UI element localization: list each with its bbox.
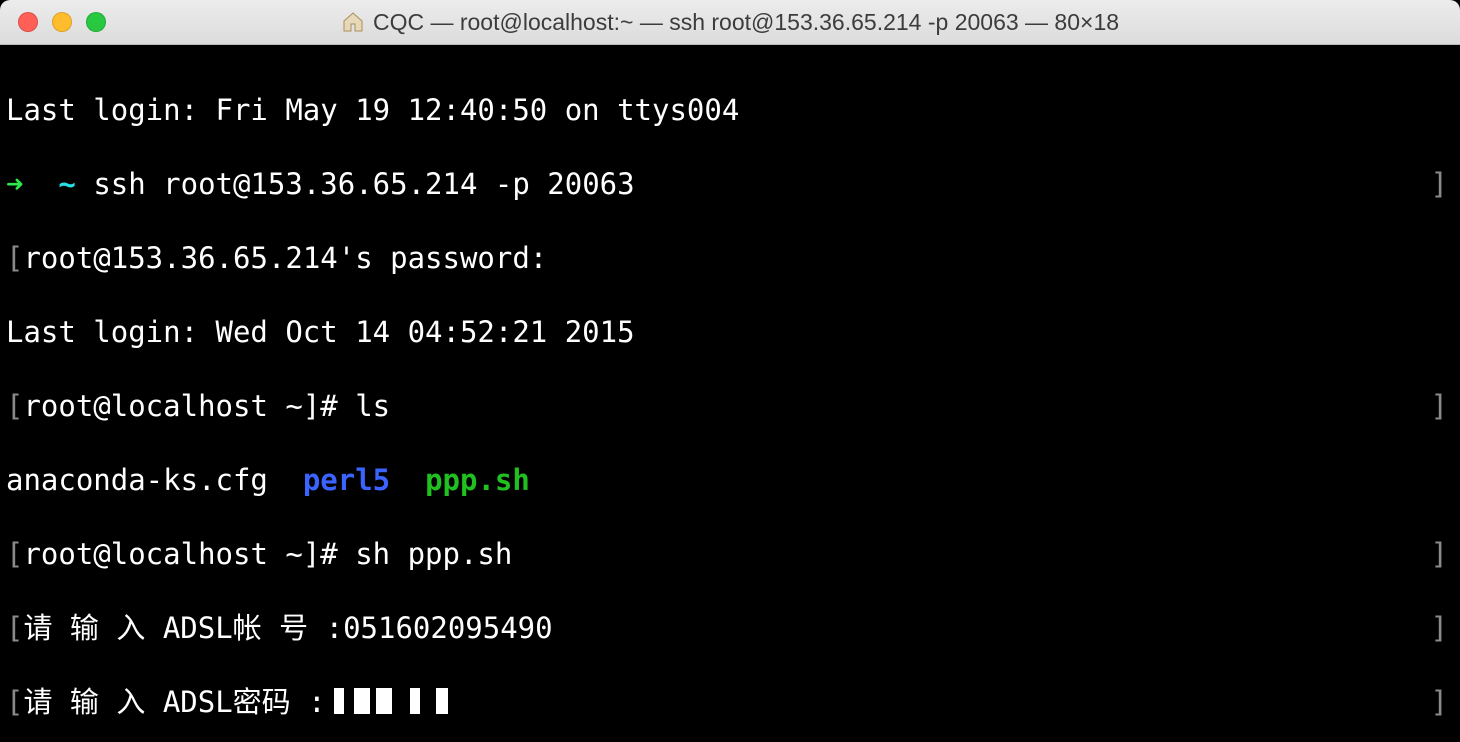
password-prompt: root@153.36.65.214's password: — [23, 241, 547, 275]
cmd-sh: sh ppp.sh — [355, 537, 512, 571]
bracket-open: [ — [6, 241, 23, 275]
line-adsl-user: [请 输 入 ADSL帐 号 :051602095490] — [6, 610, 1454, 647]
zoom-icon[interactable] — [86, 12, 106, 32]
bracket-open: [ — [6, 537, 23, 571]
adsl-pass-label: 请 输 入 ADSL密码 : — [23, 685, 325, 719]
ssh-command: ssh root@153.36.65.214 -p 20063 — [93, 167, 634, 201]
line-last-login-local: Last login: Fri May 19 12:40:50 on ttys0… — [6, 92, 1454, 129]
bracket-open: [ — [6, 685, 23, 719]
root-prompt: root@localhost ~]# — [23, 537, 355, 571]
bracket-open: [ — [6, 611, 23, 645]
titlebar: CQC — root@localhost:~ — ssh root@153.36… — [0, 0, 1460, 45]
line-sh: [root@localhost ~]# sh ppp.sh] — [6, 536, 1454, 573]
home-icon — [341, 10, 365, 34]
ls-file-cfg: anaconda-ks.cfg — [6, 463, 268, 497]
line-last-login-remote: Last login: Wed Oct 14 04:52:21 2015 — [6, 314, 1454, 351]
line-ssh-prompt: ➜ ~ ssh root@153.36.65.214 -p 20063] — [6, 166, 1454, 203]
prompt-tilde: ~ — [58, 167, 75, 201]
line-ls-output: anaconda-ks.cfg perl5 ppp.sh — [6, 462, 1454, 499]
bracket-open: [ — [6, 389, 23, 423]
close-icon[interactable] — [18, 12, 38, 32]
line-password: [root@153.36.65.214's password: — [6, 240, 1454, 277]
window-title: CQC — root@localhost:~ — ssh root@153.36… — [373, 9, 1119, 36]
line-end-bracket: ] — [1431, 388, 1448, 425]
ls-file-ppp: ppp.sh — [425, 463, 530, 497]
line-adsl-pass: [请 输 入 ADSL密码 :] — [6, 684, 1454, 721]
traffic-lights — [18, 12, 106, 32]
cmd-ls: ls — [355, 389, 390, 423]
line-end-bracket: ] — [1431, 166, 1448, 203]
line-end-bracket: ] — [1431, 684, 1448, 721]
minimize-icon[interactable] — [52, 12, 72, 32]
terminal-window: CQC — root@localhost:~ — ssh root@153.36… — [0, 0, 1460, 742]
line-end-bracket: ] — [1431, 610, 1448, 647]
root-prompt: root@localhost ~]# — [23, 389, 355, 423]
ls-file-perl5: perl5 — [303, 463, 390, 497]
line-end-bracket: ] — [1431, 536, 1448, 573]
password-obscured-icon — [326, 688, 456, 714]
title-wrap: CQC — root@localhost:~ — ssh root@153.36… — [0, 9, 1460, 36]
prompt-arrow-icon: ➜ — [6, 167, 23, 201]
line-ls: [root@localhost ~]# ls] — [6, 388, 1454, 425]
terminal-body[interactable]: Last login: Fri May 19 12:40:50 on ttys0… — [0, 45, 1460, 742]
adsl-user: 请 输 入 ADSL帐 号 :051602095490 — [23, 611, 552, 645]
